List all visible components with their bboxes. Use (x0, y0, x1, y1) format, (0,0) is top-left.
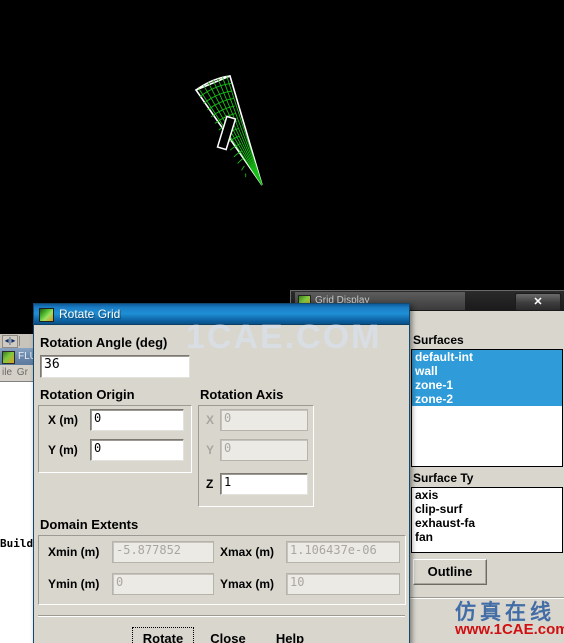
surface-types-label: Surface Ty (413, 471, 474, 485)
toolbar-separator (19, 336, 20, 346)
rotate-grid-app-icon (39, 308, 54, 322)
rotate-grid-close-button[interactable]: Close (200, 627, 256, 643)
rotation-angle-label: Rotation Angle (deg) (40, 335, 168, 350)
xmin-input[interactable]: -5.877852 (112, 541, 214, 563)
list-item[interactable]: exhaust-fa (412, 516, 562, 530)
rotation-angle-value: 36 (44, 357, 60, 372)
grid-display-close-icon[interactable]: ✕ (515, 293, 561, 311)
domain-extents-label: Domain Extents (40, 517, 139, 532)
navigate-icon[interactable]: ◂|▸ (2, 335, 18, 348)
xmax-input[interactable]: 1.106437e-06 (286, 541, 400, 563)
rotation-origin-label: Rotation Origin (40, 387, 135, 402)
menu-item-file[interactable]: ile (2, 367, 12, 378)
mesh-wedge (194, 74, 263, 186)
axis-y-value: 0 (224, 441, 232, 455)
menu-item-grid[interactable]: Gr (17, 367, 28, 378)
list-item[interactable]: zone-1 (412, 378, 562, 392)
list-item[interactable]: axis (412, 488, 562, 502)
xmax-label: Xmax (m) (220, 545, 275, 559)
list-item[interactable]: wall (412, 364, 562, 378)
xmax-value: 1.106437e-06 (290, 543, 377, 557)
outline-button[interactable]: Outline (413, 559, 487, 585)
ymin-input[interactable]: 0 (112, 573, 214, 595)
axis-z-value: 1 (224, 475, 232, 489)
surfaces-listbox[interactable]: default-int wall zone-1 zone-2 (411, 349, 563, 467)
origin-x-label: X (m) (48, 413, 78, 427)
rotate-grid-body: Rotation Angle (deg) 36 Rotation Origin … (34, 324, 409, 643)
help-button[interactable]: Help (264, 627, 316, 643)
rotate-grid-separator (38, 615, 405, 617)
ymax-value: 10 (290, 575, 305, 589)
list-item[interactable]: default-int (412, 350, 562, 364)
list-item[interactable]: clip-surf (412, 502, 562, 516)
ymax-label: Ymax (m) (220, 577, 275, 591)
console-text: Build (0, 537, 34, 550)
application-screen: ◂|▸ FLUE ile Gr Build Grid Display ✕ dge… (0, 0, 564, 643)
origin-x-input[interactable]: 0 (90, 409, 184, 431)
rotation-angle-input[interactable]: 36 (40, 355, 190, 378)
axis-x-label: X (206, 413, 215, 427)
ymin-label: Ymin (m) (48, 577, 100, 591)
axis-x-input[interactable]: 0 (220, 409, 308, 431)
xmin-label: Xmin (m) (48, 545, 100, 559)
rotation-axis-label: Rotation Axis (200, 387, 284, 402)
xmin-value: -5.877852 (116, 543, 182, 557)
origin-y-input[interactable]: 0 (90, 439, 184, 461)
list-item[interactable]: fan (412, 530, 562, 544)
fluent-app-icon (2, 351, 15, 364)
ymax-input[interactable]: 10 (286, 573, 400, 595)
graphics-viewport[interactable] (0, 0, 564, 320)
rotate-button[interactable]: Rotate (132, 627, 194, 643)
grid-mesh-graphic (194, 74, 263, 186)
surfaces-label: Surfaces (413, 333, 464, 347)
list-item[interactable]: zone-2 (412, 392, 562, 406)
origin-y-value: 0 (94, 441, 102, 455)
ymin-value: 0 (116, 575, 124, 589)
surface-types-listbox[interactable]: axis clip-surf exhaust-fa fan (411, 487, 563, 553)
origin-x-value: 0 (94, 411, 102, 425)
rotate-grid-titlebar[interactable]: Rotate Grid (34, 304, 409, 324)
axis-z-label: Z (206, 477, 214, 491)
axis-x-value: 0 (224, 411, 232, 425)
axis-y-label: Y (206, 443, 215, 457)
axis-y-input[interactable]: 0 (220, 439, 308, 461)
axis-z-input[interactable]: 1 (220, 473, 308, 495)
origin-y-label: Y (m) (48, 443, 78, 457)
rotate-grid-dialog[interactable]: Rotate Grid Rotation Angle (deg) 36 Rota… (33, 303, 410, 643)
rotate-grid-title: Rotate Grid (59, 307, 121, 321)
